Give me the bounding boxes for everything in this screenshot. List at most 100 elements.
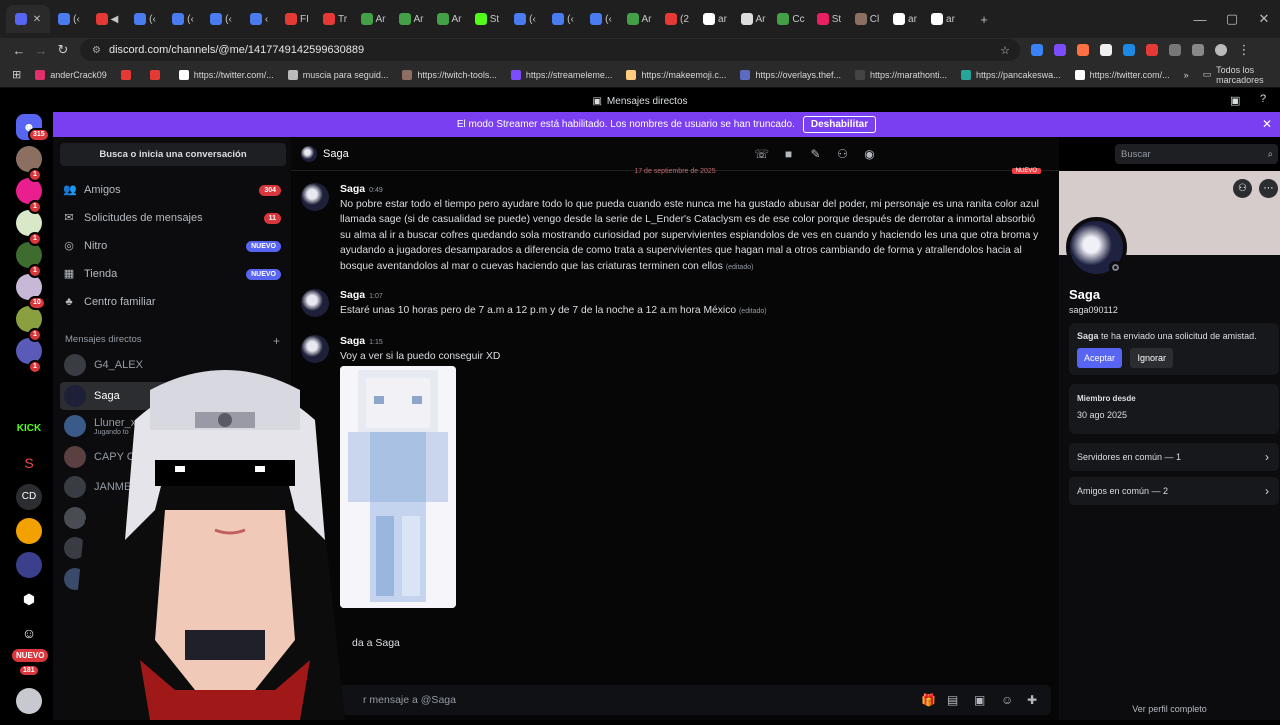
- media-icon[interactable]: [1192, 44, 1204, 56]
- create-dm-icon[interactable]: +: [273, 334, 280, 348]
- minimize-icon[interactable]: —: [1184, 12, 1216, 27]
- puzzle-icon[interactable]: [1169, 44, 1181, 56]
- message-avatar[interactable]: [301, 183, 329, 211]
- bookmark-item[interactable]: https://marathonti...: [854, 69, 947, 80]
- maximize-icon[interactable]: ▢: [1216, 11, 1248, 27]
- message-avatar[interactable]: [301, 289, 329, 317]
- extension-icon[interactable]: [1077, 44, 1089, 56]
- message-author[interactable]: Saga: [340, 289, 365, 301]
- chat-search-input[interactable]: Buscar ⌕: [1115, 144, 1278, 164]
- extension-icon[interactable]: [1031, 44, 1043, 56]
- extension-icon[interactable]: [1100, 44, 1112, 56]
- menu-icon[interactable]: ⋮: [1233, 42, 1255, 58]
- bookmark-item[interactable]: anderCrack09: [35, 69, 107, 80]
- mutual-servers-row[interactable]: Servidores en común — 1 ›: [1069, 443, 1279, 471]
- reload-icon[interactable]: ↻: [52, 42, 74, 58]
- bookmark-item[interactable]: https://overlays.thef...: [740, 69, 841, 80]
- message[interactable]: Saga 1:07 Estaré unas 10 horas pero de 7 …: [301, 289, 1041, 319]
- bookmark-item[interactable]: https://twitter.com/...: [1074, 69, 1170, 80]
- inbox-icon[interactable]: ▣: [1230, 94, 1240, 107]
- pin-icon[interactable]: ✎: [802, 147, 829, 161]
- extension-icon[interactable]: [1054, 44, 1066, 56]
- server-icon[interactable]: [16, 518, 42, 544]
- help-icon[interactable]: ?: [1260, 93, 1266, 105]
- browser-tab[interactable]: (‹: [126, 5, 164, 33]
- browser-tab[interactable]: ‹: [240, 5, 278, 33]
- server-icon[interactable]: ⬢: [16, 586, 42, 612]
- browser-tab[interactable]: ✕: [6, 5, 50, 33]
- view-full-profile-link[interactable]: Ver perfil completo: [1059, 704, 1280, 714]
- browser-tab[interactable]: Ar: [620, 5, 658, 33]
- address-bar[interactable]: ⚙ discord.com/channels/@me/1417749142599…: [80, 39, 1020, 61]
- message-avatar[interactable]: [301, 335, 329, 363]
- browser-tab[interactable]: Cc: [772, 5, 810, 33]
- browser-tab[interactable]: (2: [658, 5, 696, 33]
- browser-tab[interactable]: Ar: [392, 5, 430, 33]
- accept-button[interactable]: Aceptar: [1077, 348, 1123, 368]
- apps-icon[interactable]: ✚: [1027, 693, 1037, 707]
- close-window-icon[interactable]: ✕: [1248, 11, 1280, 27]
- close-tab-icon[interactable]: ✕: [33, 14, 41, 25]
- sticker-icon[interactable]: ▣: [974, 693, 985, 707]
- browser-tab[interactable]: (‹: [50, 5, 88, 33]
- browser-tab[interactable]: Ar: [430, 5, 468, 33]
- bookmark-item[interactable]: https://streameleme...: [510, 69, 612, 80]
- message[interactable]: Saga 0:49 No pobre estar todo el tiempo p…: [301, 183, 1041, 275]
- ignore-button[interactable]: Ignorar: [1130, 348, 1174, 368]
- browser-tab[interactable]: St: [468, 5, 506, 33]
- all-bookmarks[interactable]: Todos los marcadores: [1216, 65, 1272, 85]
- back-icon[interactable]: ←: [8, 43, 30, 58]
- profile-avatar[interactable]: [1215, 44, 1227, 56]
- browser-tab[interactable]: (‹: [544, 5, 582, 33]
- extension-icon[interactable]: [1123, 44, 1135, 56]
- apps-grid-icon[interactable]: ⊞: [12, 68, 21, 81]
- new-tab-icon[interactable]: +: [968, 12, 1000, 27]
- browser-tab[interactable]: St: [810, 5, 848, 33]
- message-author[interactable]: Saga: [340, 335, 365, 347]
- dm-search-button[interactable]: Busca o inicia una conversación: [60, 143, 286, 166]
- message-input[interactable]: r mensaje a @Saga: [301, 685, 1051, 715]
- gift-icon[interactable]: 🎁: [921, 693, 936, 707]
- browser-tab[interactable]: Tr: [316, 5, 354, 33]
- video-icon[interactable]: ■: [775, 147, 802, 161]
- close-icon[interactable]: ✕: [1262, 117, 1272, 131]
- server-icon[interactable]: S: [16, 450, 42, 476]
- browser-tab[interactable]: ar: [886, 5, 924, 33]
- extension-icon[interactable]: [1146, 44, 1158, 56]
- nav-item-nitro[interactable]: ◎ Nitro NUEVO: [63, 233, 281, 259]
- user-avatar[interactable]: [16, 688, 42, 714]
- browser-tab[interactable]: (‹: [164, 5, 202, 33]
- browser-tab[interactable]: (‹: [582, 5, 620, 33]
- server-icon[interactable]: ☺: [16, 620, 42, 646]
- browser-tab[interactable]: Ar: [354, 5, 392, 33]
- bookmark-item[interactable]: [120, 69, 136, 80]
- bookmark-item[interactable]: muscia para seguid...: [287, 69, 388, 80]
- add-friend-icon[interactable]: ⚇: [1233, 179, 1252, 198]
- kick-server-icon[interactable]: KICK: [16, 416, 42, 442]
- message[interactable]: Saga 1:15 Voy a ver si la puedo conseguir…: [301, 335, 1041, 364]
- emoji-icon[interactable]: ☺: [1001, 693, 1013, 707]
- bookmark-item[interactable]: https://pancakeswa...: [961, 69, 1061, 80]
- bookmark-star-icon[interactable]: ☆: [1000, 44, 1010, 57]
- more-options-icon[interactable]: ⋯: [1259, 179, 1278, 198]
- disable-streamer-button[interactable]: Deshabilitar: [802, 116, 877, 133]
- browser-tab[interactable]: Ar: [734, 5, 772, 33]
- mutual-friends-row[interactable]: Amigos en común — 2 ›: [1069, 477, 1279, 505]
- browser-tab[interactable]: Cl: [848, 5, 886, 33]
- site-info-icon[interactable]: ⚙: [92, 45, 101, 56]
- profile-toggle-icon[interactable]: ◉: [856, 147, 883, 161]
- nav-item-mail[interactable]: ✉ Solicitudes de mensajes 11: [63, 205, 281, 231]
- browser-tab[interactable]: ar: [924, 5, 962, 33]
- bookmark-item[interactable]: [149, 69, 165, 80]
- gif-icon[interactable]: ▤: [947, 693, 958, 707]
- forward-icon[interactable]: →: [30, 43, 52, 58]
- add-friends-icon[interactable]: ⚇: [829, 147, 856, 161]
- call-icon[interactable]: ☏: [748, 147, 775, 161]
- more-bookmarks-icon[interactable]: »: [1184, 70, 1189, 80]
- server-icon[interactable]: CD: [16, 484, 42, 510]
- browser-tab[interactable]: ◀: [88, 5, 126, 33]
- message-author[interactable]: Saga: [340, 183, 365, 195]
- browser-tab[interactable]: (‹: [202, 5, 240, 33]
- browser-tab[interactable]: ar: [696, 5, 734, 33]
- browser-tab[interactable]: (‹: [506, 5, 544, 33]
